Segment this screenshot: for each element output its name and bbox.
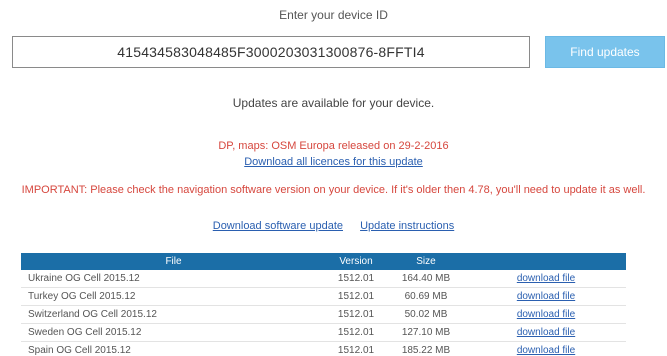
cell-download: download file (466, 341, 626, 356)
cell-size: 127.10 MB (386, 323, 466, 342)
download-licences-link[interactable]: Download all licences for this update (244, 156, 423, 168)
cell-file: Spain OG Cell 2015.12 (21, 341, 326, 356)
cell-size: 60.69 MB (386, 287, 466, 306)
cell-size: 185.22 MB (386, 341, 466, 356)
table-row: Sweden OG Cell 2015.12 1512.01 127.10 MB… (21, 323, 626, 342)
find-updates-button[interactable]: Find updates (545, 36, 665, 68)
download-file-link[interactable]: download file (517, 345, 575, 356)
header-file: File (21, 253, 326, 270)
cell-download: download file (466, 287, 626, 306)
download-file-link[interactable]: download file (517, 291, 575, 302)
file-name: Turkey OG Cell 2015.12 (28, 291, 136, 302)
cell-size: 164.40 MB (386, 270, 466, 288)
cell-version: 1512.01 (326, 270, 386, 288)
download-file-link[interactable]: download file (517, 309, 575, 320)
cell-file: Turkey OG Cell 2015.12 (21, 287, 326, 306)
header-size: Size (386, 253, 466, 270)
cell-download: download file (466, 305, 626, 324)
file-name: Ukraine OG Cell 2015.12 (28, 273, 140, 284)
software-links-row: Download software update Update instruct… (0, 220, 667, 232)
table-header-row: File Version Size (21, 253, 626, 270)
cell-file: Ukraine OG Cell 2015.12 (21, 270, 326, 288)
table-row: Turkey OG Cell 2015.12 1512.01 60.69 MB … (21, 287, 626, 306)
cell-version: 1512.01 (326, 341, 386, 356)
download-file-link[interactable]: download file (517, 273, 575, 284)
license-link-row: Download all licences for this update (0, 156, 667, 168)
device-id-input[interactable]: 415434583048485F3000203031300876-8FFTI4 (12, 36, 530, 68)
table-row: Spain OG Cell 2015.12 1512.01 185.22 MB … (21, 341, 626, 356)
cell-file: Sweden OG Cell 2015.12 (21, 323, 326, 342)
file-name: Spain OG Cell 2015.12 (28, 345, 131, 356)
download-file-link[interactable]: download file (517, 327, 575, 338)
cell-download: download file (466, 270, 626, 288)
updates-table: File Version Size Ukraine OG Cell 2015.1… (21, 253, 626, 356)
release-notice: DP, maps: OSM Europa released on 29-2-20… (218, 140, 449, 152)
cell-file: Switzerland OG Cell 2015.12 (21, 305, 326, 324)
cell-version: 1512.01 (326, 323, 386, 342)
header-download (466, 253, 626, 270)
table-row: Ukraine OG Cell 2015.12 1512.01 164.40 M… (21, 270, 626, 288)
header-version: Version (326, 253, 386, 270)
cell-size: 50.02 MB (386, 305, 466, 324)
cell-version: 1512.01 (326, 287, 386, 306)
download-software-link[interactable]: Download software update (213, 220, 343, 232)
updates-page: Enter your device ID 415434583048485F300… (0, 0, 667, 356)
cell-version: 1512.01 (326, 305, 386, 324)
table-row: Switzerland OG Cell 2015.12 1512.01 50.0… (21, 305, 626, 324)
important-notice: IMPORTANT: Please check the navigation s… (21, 184, 646, 196)
file-name: Switzerland OG Cell 2015.12 (28, 309, 157, 320)
updates-available-message: Updates are available for your device. (232, 96, 435, 110)
device-id-value: 415434583048485F3000203031300876-8FFTI4 (117, 44, 425, 60)
update-instructions-link[interactable]: Update instructions (360, 220, 454, 232)
device-id-label: Enter your device ID (279, 8, 388, 22)
cell-download: download file (466, 323, 626, 342)
file-name: Sweden OG Cell 2015.12 (28, 327, 142, 338)
